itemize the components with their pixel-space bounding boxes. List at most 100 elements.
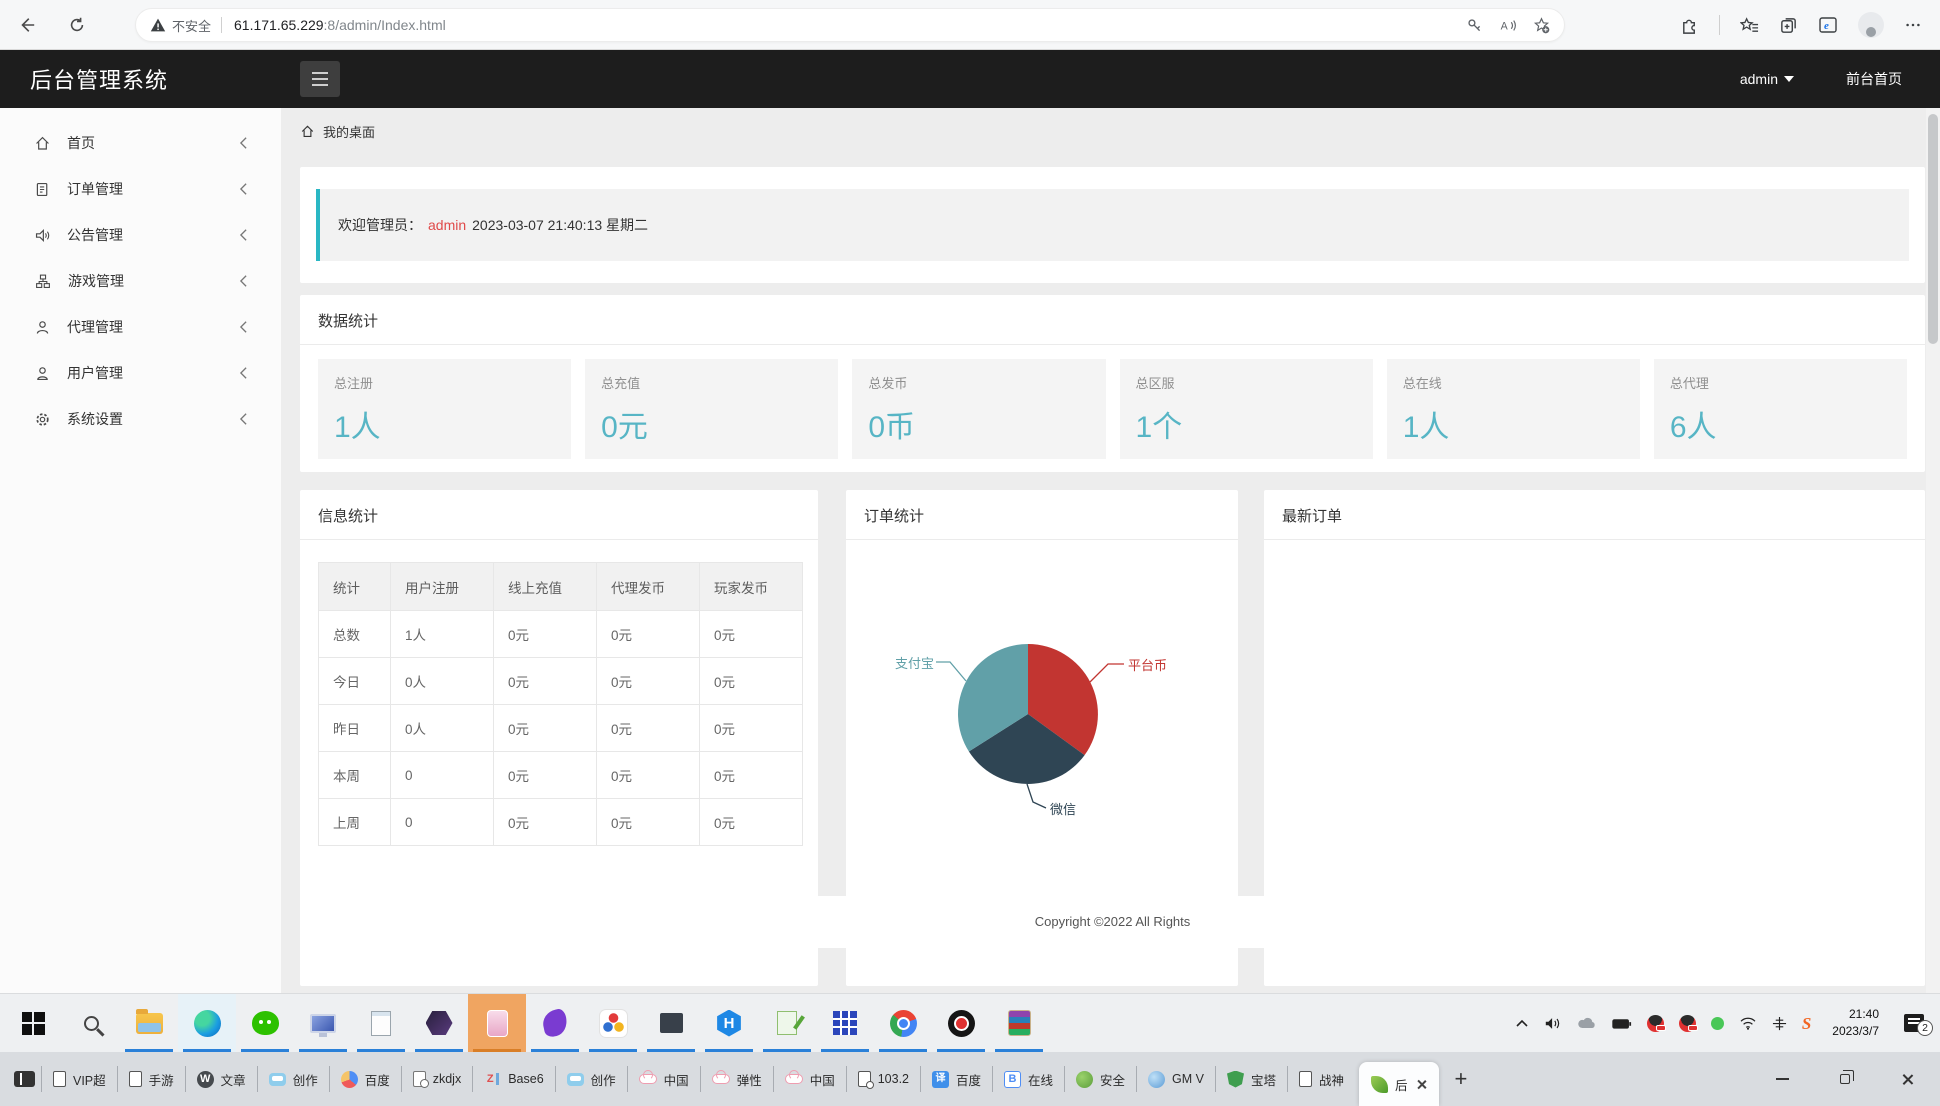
taskbar-app-flame[interactable] [526,994,584,1052]
order-doc-icon [36,182,48,196]
browser-tab[interactable]: VIP超 [44,1052,115,1106]
browser-tab[interactable]: 战神 [1290,1052,1353,1106]
taskbar-app-winstack[interactable] [642,994,700,1052]
taskbar-app-notepad[interactable] [352,994,410,1052]
address-bar[interactable]: 不安全 61.171.65.229:8/admin/Index.html A [135,8,1565,42]
sogou-input-icon[interactable]: S [1802,1015,1811,1032]
ie-mode-button[interactable]: e [1818,15,1838,35]
refresh-button[interactable] [60,8,94,42]
minimize-icon[interactable] [1775,1078,1789,1080]
browser-tab[interactable]: 在线 [995,1052,1062,1106]
browser-tab[interactable]: 百度 [332,1052,399,1106]
notification-center-button[interactable]: 2 [1904,1014,1933,1036]
chevron-down-icon [1784,76,1794,82]
browser-tab[interactable]: 中国 [776,1052,844,1106]
taskbar-app-wechat[interactable] [236,994,294,1052]
browser-tab[interactable]: 手游 [120,1052,183,1106]
url-host[interactable]: 61.171.65.229 [234,17,324,33]
taskbar-app-trefoil[interactable] [584,994,642,1052]
phone-icon [486,1009,508,1037]
wechat-status-icon[interactable] [1710,1016,1724,1030]
welcome-username: admin [428,217,467,233]
tray-ime-button[interactable] [1772,1016,1787,1031]
taskbar-app-chrome[interactable] [874,994,932,1052]
close-icon[interactable] [1901,1073,1914,1086]
admin-dropdown[interactable]: admin [1740,71,1794,87]
taskbar-app-start[interactable] [4,994,62,1052]
taskbar-clock[interactable]: 21:40 2023/3/7 [1832,1006,1879,1041]
sidebar-item-orders[interactable]: 订单管理 [0,166,281,212]
taskbar-app-explorer[interactable] [120,994,178,1052]
browser-tab[interactable]: 弹性 [703,1052,771,1106]
qq-icon[interactable] [1646,1014,1666,1032]
collections-button[interactable] [1740,16,1759,35]
breadcrumb-label[interactable]: 我的桌面 [323,122,375,141]
page-scrollbar[interactable] [1926,108,1940,993]
taskbar-app-winrar[interactable] [990,994,1048,1052]
tray-onedrive-button[interactable] [1577,1017,1597,1030]
more-menu-button[interactable] [1904,16,1922,34]
extensions-button[interactable] [1680,16,1699,35]
sidebar-item-games[interactable]: 游戏管理 [0,258,281,304]
tab-divider [472,1066,474,1092]
tray-battery-button[interactable] [1612,1017,1632,1030]
browser-tab[interactable]: 安全 [1067,1052,1134,1106]
restore-icon[interactable] [1839,1070,1854,1084]
taskbar-app-npp[interactable] [758,994,816,1052]
security-warning-label[interactable]: 不安全 [172,16,211,35]
favorite-add-button[interactable] [1533,16,1550,34]
pie-slices[interactable] [958,644,1098,784]
browser-tab[interactable]: GM V [1139,1052,1213,1106]
browser-tab[interactable]: 创作 [260,1052,327,1106]
qq-icon[interactable] [1678,1014,1698,1032]
tab-divider [992,1066,994,1092]
nox-icon [425,1011,453,1035]
taskbar-app-search[interactable] [62,994,120,1052]
back-button[interactable] [10,8,44,42]
tab-divider [626,1066,628,1092]
tray-chevron-up-button[interactable] [1515,1018,1529,1028]
sidebar-item-agents[interactable]: 代理管理 [0,304,281,350]
profile-button[interactable] [1858,12,1884,38]
new-tab-button[interactable]: + [1455,1068,1468,1090]
tab-actions-button[interactable] [1779,16,1798,35]
taskbar-app-nox[interactable] [410,994,468,1052]
frontend-home-link[interactable]: 前台首页 [1846,69,1902,89]
tab-title: 中国 [663,1073,689,1088]
browser-tab[interactable]: 文章 [188,1052,255,1106]
url-path[interactable]: :8/admin/Index.html [324,17,446,33]
close-tab-icon[interactable] [1416,1079,1427,1090]
browser-tab[interactable]: zkdjx [404,1052,470,1106]
sidebar-item-settings[interactable]: 系统设置 [0,396,281,442]
sidebar-item-users[interactable]: 用户管理 [0,350,281,396]
svg-text:A: A [1501,20,1509,32]
browser-tab[interactable]: 中国 [630,1052,698,1106]
table-row: 总数 1人 0元 0元 0元 [318,610,803,658]
taskbar-app-phone[interactable] [468,994,526,1052]
taskbar-app-buildings[interactable] [816,994,874,1052]
browser-tab[interactable]: 103.2 [849,1052,918,1106]
sidebar-item-home[interactable]: 首页 [0,120,281,166]
taskbar-app-remote[interactable] [294,994,352,1052]
browser-tab[interactable]: Base6 [475,1052,552,1106]
taskbar-app-hbuilder[interactable] [700,994,758,1052]
sidebar-toggle-button[interactable] [300,61,340,97]
tray-volume-button[interactable] [1544,1016,1562,1031]
browser-tab[interactable]: 百度 [923,1052,990,1106]
browser-tab[interactable]: 宝塔 [1218,1052,1285,1106]
taskbar-app-recorder[interactable] [932,994,990,1052]
table-cell: 0元 [596,657,700,705]
taskbar-app-edge[interactable] [178,994,236,1052]
scrollbar-thumb[interactable] [1928,114,1938,344]
table-cell: 0元 [493,657,597,705]
read-aloud-button[interactable]: A [1499,17,1517,34]
ime-cross-icon [1772,1016,1786,1030]
workspaces-icon[interactable] [14,1071,35,1087]
sidebar-item-announcements[interactable]: 公告管理 [0,212,281,258]
table-header-cell: 玩家发币 [699,562,803,611]
browser-tab[interactable]: 创作 [558,1052,625,1106]
tray-network-button[interactable] [1739,1016,1757,1030]
password-key-button[interactable] [1466,17,1483,34]
home-icon [301,124,314,137]
active-tab[interactable]: 后 [1359,1062,1439,1106]
